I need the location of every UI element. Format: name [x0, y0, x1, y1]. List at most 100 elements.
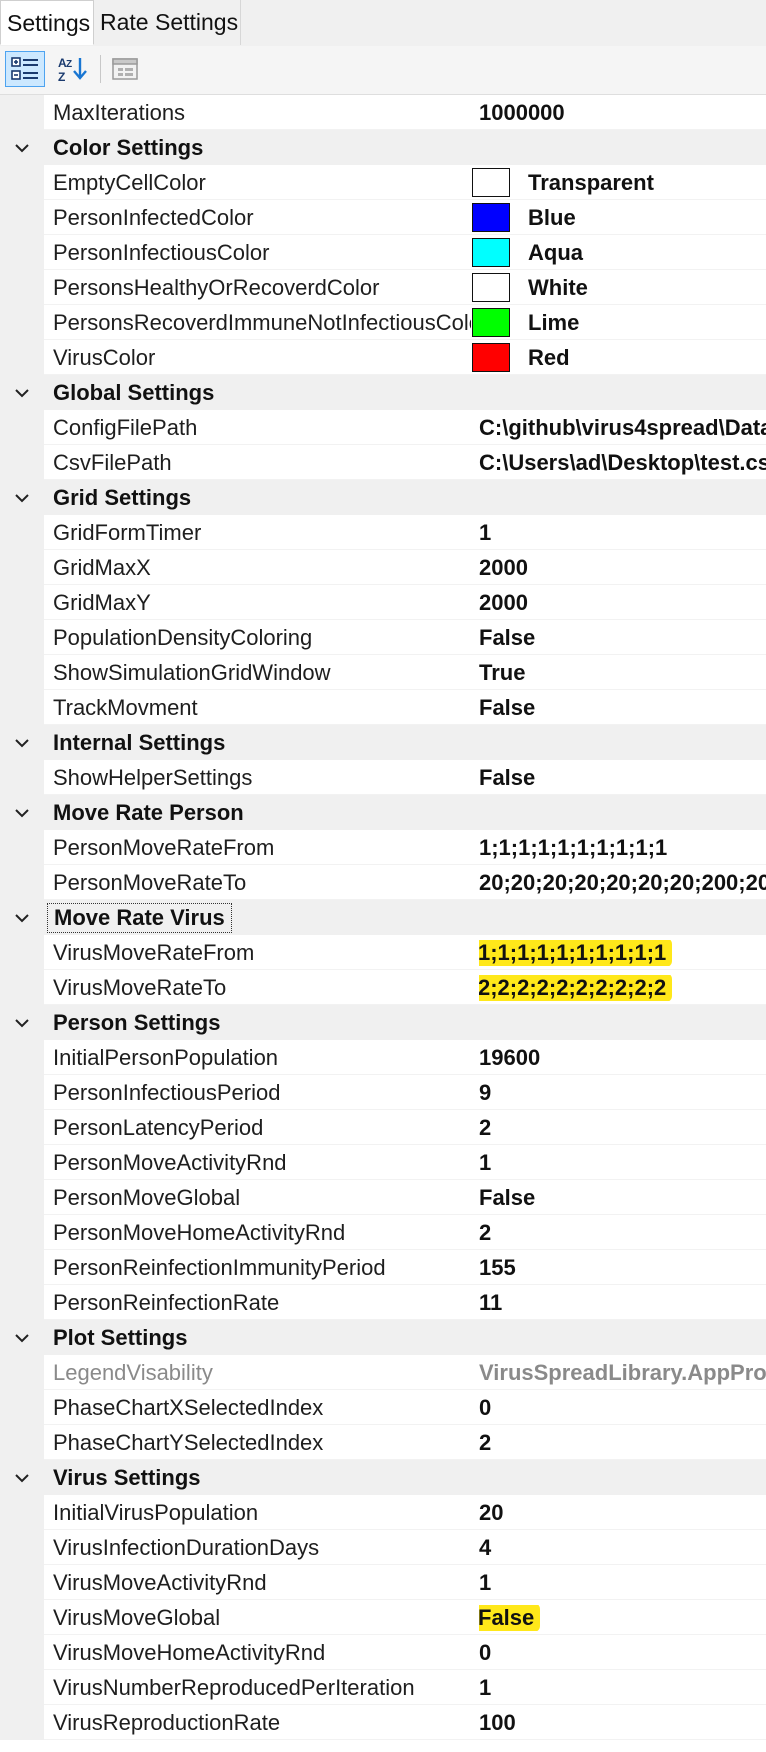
property-value[interactable]: 0 [479, 1640, 766, 1666]
collapse-toggle[interactable] [0, 1320, 44, 1355]
property-value[interactable]: 2 [479, 1115, 766, 1141]
property-value[interactable]: Aqua [528, 240, 766, 266]
property-value[interactable]: 2000 [479, 555, 766, 581]
property-value[interactable]: 155 [479, 1255, 766, 1281]
categorized-view-button[interactable] [5, 51, 45, 87]
category-person-settings[interactable]: Person Settings [0, 1005, 766, 1040]
category-color-settings[interactable]: Color Settings [0, 130, 766, 165]
collapse-toggle[interactable] [0, 375, 44, 410]
property-value[interactable]: 19600 [479, 1045, 766, 1071]
collapse-toggle[interactable] [0, 795, 44, 830]
property-value[interactable]: False [479, 1185, 766, 1211]
property-row-persons-recoverd-immune-not-infectious-color[interactable]: PersonsRecoverdImmuneNotInfectiousColor L… [0, 305, 766, 340]
property-value[interactable]: 2 [479, 1430, 766, 1456]
property-row-persons-healthy-or-recoverd-color[interactable]: PersonsHealthyOrRecoverdColor White [0, 270, 766, 305]
property-value[interactable]: 20 [479, 1500, 766, 1526]
property-value[interactable]: Transparent [528, 170, 766, 196]
property-value[interactable]: 1;1;1;1;1;1;1;1;1;1 [479, 939, 766, 966]
property-value[interactable]: C:\Users\ad\Desktop\test.csv [479, 450, 766, 476]
category-move-rate-person[interactable]: Move Rate Person [0, 795, 766, 830]
property-row-config-file-path[interactable]: ConfigFilePath C:\github\virus4spread\Dat… [0, 410, 766, 445]
property-row-track-movment[interactable]: TrackMovment False [0, 690, 766, 725]
property-row-person-infectious-period[interactable]: PersonInfectiousPeriod 9 [0, 1075, 766, 1110]
property-row-virus-infection-duration-days[interactable]: VirusInfectionDurationDays 4 [0, 1530, 766, 1565]
property-value[interactable]: 2;2;2;2;2;2;2;2;2;2 [479, 974, 766, 1001]
collapse-toggle[interactable] [0, 725, 44, 760]
collapse-toggle[interactable] [0, 130, 44, 165]
property-row-person-latency-period[interactable]: PersonLatencyPeriod 2 [0, 1110, 766, 1145]
property-value[interactable]: 4 [479, 1535, 766, 1561]
property-row-maxiterations[interactable]: MaxIterations 1000000 [0, 95, 766, 130]
property-value[interactable]: 1;1;1;1;1;1;1;1;1;1 [479, 835, 766, 861]
property-row-phase-chart-yselected-index[interactable]: PhaseChartYSelectedIndex 2 [0, 1425, 766, 1460]
category-grid-settings[interactable]: Grid Settings [0, 480, 766, 515]
property-row-show-simulation-grid-window[interactable]: ShowSimulationGridWindow True [0, 655, 766, 690]
category-internal-settings[interactable]: Internal Settings [0, 725, 766, 760]
property-pages-button[interactable] [105, 51, 145, 87]
property-value[interactable]: 1000000 [479, 100, 766, 126]
property-value[interactable]: C:\github\virus4spread\Data\config.json [479, 415, 766, 441]
category-move-rate-virus[interactable]: Move Rate Virus [0, 900, 766, 935]
property-row-phase-chart-xselected-index[interactable]: PhaseChartXSelectedIndex 0 [0, 1390, 766, 1425]
property-row-virus-number-reproduced-per-iteration[interactable]: VirusNumberReproducedPerIteration 1 [0, 1670, 766, 1705]
property-value[interactable]: 1 [479, 520, 766, 546]
property-value[interactable]: False [479, 695, 766, 721]
property-row-person-infected-color[interactable]: PersonInfectedColor Blue [0, 200, 766, 235]
property-value[interactable]: True [479, 660, 766, 686]
property-value[interactable]: False [479, 625, 766, 651]
property-row-virus-move-home-activity-rnd[interactable]: VirusMoveHomeActivityRnd 0 [0, 1635, 766, 1670]
property-row-person-move-rate-to[interactable]: PersonMoveRateTo 20;20;20;20;20;20;20;200… [0, 865, 766, 900]
category-virus-settings[interactable]: Virus Settings [0, 1460, 766, 1495]
tab-rate-settings[interactable]: Rate Settings [94, 0, 241, 45]
collapse-toggle[interactable] [0, 900, 44, 935]
property-row-show-helper-settings[interactable]: ShowHelperSettings False [0, 760, 766, 795]
collapse-toggle[interactable] [0, 1460, 44, 1495]
property-row-person-move-home-activity-rnd[interactable]: PersonMoveHomeActivityRnd 2 [0, 1215, 766, 1250]
property-row-virus-reproduction-rate[interactable]: VirusReproductionRate 100 [0, 1705, 766, 1740]
property-row-population-density-coloring[interactable]: PopulationDensityColoring False [0, 620, 766, 655]
property-row-person-infectious-color[interactable]: PersonInfectiousColor Aqua [0, 235, 766, 270]
property-value[interactable]: 2 [479, 1220, 766, 1246]
property-row-empty-cell-color[interactable]: EmptyCellColor Transparent [0, 165, 766, 200]
property-row-grid-max-y[interactable]: GridMaxY 2000 [0, 585, 766, 620]
property-row-virus-move-global[interactable]: VirusMoveGlobal False [0, 1600, 766, 1635]
property-value[interactable]: False [479, 765, 766, 791]
property-row-initial-virus-population[interactable]: InitialVirusPopulation 20 [0, 1495, 766, 1530]
property-value[interactable]: White [528, 275, 766, 301]
property-value[interactable]: 100 [479, 1710, 766, 1736]
property-value[interactable]: 0 [479, 1395, 766, 1421]
collapse-toggle[interactable] [0, 480, 44, 515]
property-row-csv-file-path[interactable]: CsvFilePath C:\Users\ad\Desktop\test.csv [0, 445, 766, 480]
property-value[interactable]: False [479, 1604, 766, 1631]
category-plot-settings[interactable]: Plot Settings [0, 1320, 766, 1355]
property-value[interactable]: VirusSpreadLibrary.AppProperties [479, 1360, 766, 1386]
tab-settings[interactable]: Settings [0, 0, 94, 45]
property-row-person-reinfection-immunity-period[interactable]: PersonReinfectionImmunityPeriod 155 [0, 1250, 766, 1285]
property-row-virus-move-rate-to[interactable]: VirusMoveRateTo 2;2;2;2;2;2;2;2;2;2 [0, 970, 766, 1005]
property-row-virus-move-activity-rnd[interactable]: VirusMoveActivityRnd 1 [0, 1565, 766, 1600]
property-value[interactable]: 1 [479, 1570, 766, 1596]
property-row-legend-visability[interactable]: LegendVisability VirusSpreadLibrary.AppPr… [0, 1355, 766, 1390]
property-value[interactable]: Blue [528, 205, 766, 231]
collapse-toggle[interactable] [0, 1005, 44, 1040]
property-row-virus-move-rate-from[interactable]: VirusMoveRateFrom 1;1;1;1;1;1;1;1;1;1 [0, 935, 766, 970]
property-row-person-move-rate-from[interactable]: PersonMoveRateFrom 1;1;1;1;1;1;1;1;1;1 [0, 830, 766, 865]
property-row-grid-max-x[interactable]: GridMaxX 2000 [0, 550, 766, 585]
property-value[interactable]: 1 [479, 1675, 766, 1701]
property-value[interactable]: 20;20;20;20;20;20;20;200;200;200 [479, 870, 766, 896]
property-value[interactable]: 2000 [479, 590, 766, 616]
property-value[interactable]: Lime [528, 310, 766, 336]
property-row-person-reinfection-rate[interactable]: PersonReinfectionRate 11 [0, 1285, 766, 1320]
property-row-virus-color[interactable]: VirusColor Red [0, 340, 766, 375]
property-value[interactable]: 9 [479, 1080, 766, 1106]
property-row-grid-form-timer[interactable]: GridFormTimer 1 [0, 515, 766, 550]
property-row-person-move-global[interactable]: PersonMoveGlobal False [0, 1180, 766, 1215]
property-value[interactable]: 11 [479, 1290, 766, 1316]
alphabetical-sort-button[interactable]: A Z Z [52, 51, 92, 87]
property-name: InitialVirusPopulation [53, 1499, 259, 1525]
property-row-person-move-activity-rnd[interactable]: PersonMoveActivityRnd 1 [0, 1145, 766, 1180]
category-global-settings[interactable]: Global Settings [0, 375, 766, 410]
property-value[interactable]: Red [528, 345, 766, 371]
property-value[interactable]: 1 [479, 1150, 766, 1176]
property-row-initial-person-population[interactable]: InitialPersonPopulation 19600 [0, 1040, 766, 1075]
